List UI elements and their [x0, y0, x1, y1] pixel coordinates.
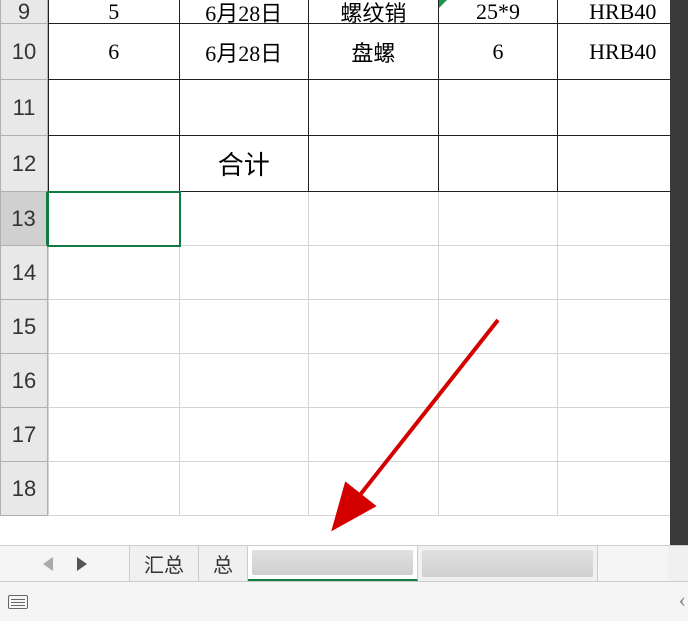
cell-c12[interactable] — [309, 136, 439, 192]
status-bar — [0, 581, 688, 621]
cell-b11[interactable] — [180, 80, 310, 136]
row-header-13[interactable]: 13 — [0, 192, 48, 246]
cell-a10[interactable]: 6 — [48, 24, 180, 80]
cell-a17[interactable] — [48, 408, 180, 462]
row-header-17[interactable]: 17 — [0, 408, 48, 462]
cell-e9[interactable]: HRB40 — [558, 0, 688, 24]
cell-d9[interactable]: 25*9 — [439, 0, 559, 24]
cell-b10[interactable]: 6月28日 — [180, 24, 310, 80]
cell-d14[interactable] — [439, 246, 559, 300]
cell-c14[interactable] — [309, 246, 439, 300]
cell-a18[interactable] — [48, 462, 180, 516]
row-header-14[interactable]: 14 — [0, 246, 48, 300]
cell-a9[interactable]: 5 — [48, 0, 180, 24]
hscroll-end[interactable] — [668, 545, 688, 581]
spreadsheet-area: 9 10 11 12 13 14 15 16 17 18 5 6月28日 螺纹销… — [0, 0, 688, 545]
cell-a11[interactable] — [48, 80, 180, 136]
row-header-11[interactable]: 11 — [0, 80, 48, 136]
cell-b13[interactable] — [180, 192, 310, 246]
tab-nav-buttons — [0, 546, 130, 581]
grid-row-16 — [48, 354, 688, 408]
cell-e17[interactable] — [558, 408, 688, 462]
cell-c17[interactable] — [309, 408, 439, 462]
cell-a14[interactable] — [48, 246, 180, 300]
grid-row-12: 合计 — [48, 136, 688, 192]
cell-b12[interactable]: 合计 — [180, 136, 310, 192]
cell-a13[interactable] — [48, 192, 180, 246]
cell-c18[interactable] — [309, 462, 439, 516]
grid-row-9: 5 6月28日 螺纹销 25*9 HRB40 — [48, 0, 688, 24]
cell-d18[interactable] — [439, 462, 559, 516]
grid: 5 6月28日 螺纹销 25*9 HRB40 6 6月28日 盘螺 6 HRB4… — [48, 0, 688, 516]
cell-e13[interactable] — [558, 192, 688, 246]
cell-d17[interactable] — [439, 408, 559, 462]
cell-d12[interactable] — [439, 136, 559, 192]
grid-row-17 — [48, 408, 688, 462]
grid-row-11 — [48, 80, 688, 136]
cell-c11[interactable] — [309, 80, 439, 136]
cell-d11[interactable] — [439, 80, 559, 136]
row-header-18[interactable]: 18 — [0, 462, 48, 516]
cell-e10[interactable]: HRB40 — [558, 24, 688, 80]
vertical-scrollbar[interactable] — [670, 0, 688, 545]
cell-c13[interactable] — [309, 192, 439, 246]
cell-b17[interactable] — [180, 408, 310, 462]
tab-nav-prev-icon[interactable] — [43, 557, 53, 571]
sheet-tabs: 汇总 总 开 — [130, 546, 598, 581]
sheet-tab-huizong[interactable]: 汇总 — [130, 546, 199, 581]
cell-b9[interactable]: 6月28日 — [180, 0, 310, 24]
grid-row-14 — [48, 246, 688, 300]
cell-c9[interactable]: 螺纹销 — [309, 0, 439, 24]
cell-e14[interactable] — [558, 246, 688, 300]
cell-d10[interactable]: 6 — [439, 24, 559, 80]
cell-a15[interactable] — [48, 300, 180, 354]
grid-row-13 — [48, 192, 688, 246]
cell-c15[interactable] — [309, 300, 439, 354]
sheet-tab-bar: 汇总 总 开 — [0, 545, 668, 581]
cell-b16[interactable] — [180, 354, 310, 408]
sheet-tab-zong[interactable]: 总 — [199, 546, 248, 581]
cell-e16[interactable] — [558, 354, 688, 408]
grid-row-10: 6 6月28日 盘螺 6 HRB40 — [48, 24, 688, 80]
cell-b14[interactable] — [180, 246, 310, 300]
record-macro-icon[interactable] — [8, 595, 28, 609]
cell-b15[interactable] — [180, 300, 310, 354]
grid-row-15 — [48, 300, 688, 354]
cell-a12[interactable] — [48, 136, 180, 192]
row-header-9[interactable]: 9 — [0, 0, 48, 24]
row-header-12[interactable]: 12 — [0, 136, 48, 192]
cell-e18[interactable] — [558, 462, 688, 516]
tab-nav-next-icon[interactable] — [77, 557, 87, 571]
cell-e11[interactable] — [558, 80, 688, 136]
row-header-16[interactable]: 16 — [0, 354, 48, 408]
row-header-15[interactable]: 15 — [0, 300, 48, 354]
sheet-tab-4[interactable] — [418, 546, 598, 581]
cell-c10[interactable]: 盘螺 — [309, 24, 439, 80]
cell-d13[interactable] — [439, 192, 559, 246]
cell-c16[interactable] — [309, 354, 439, 408]
cell-e15[interactable] — [558, 300, 688, 354]
cell-d16[interactable] — [439, 354, 559, 408]
grid-row-18 — [48, 462, 688, 516]
cell-b18[interactable] — [180, 462, 310, 516]
sheet-tab-active[interactable]: 开 — [248, 546, 418, 581]
collapse-ribbon-icon[interactable]: ‹ — [679, 587, 686, 613]
row-header-10[interactable]: 10 — [0, 24, 48, 80]
row-headers-column: 9 10 11 12 13 14 15 16 17 18 — [0, 0, 48, 516]
cell-d15[interactable] — [439, 300, 559, 354]
cell-e12[interactable] — [558, 136, 688, 192]
cell-a16[interactable] — [48, 354, 180, 408]
